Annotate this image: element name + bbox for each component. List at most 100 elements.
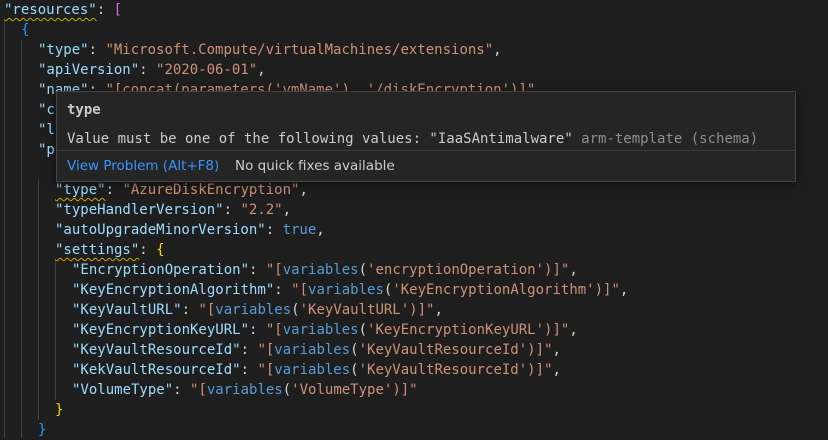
code-token: "AzureDiskEncryption" (122, 182, 300, 198)
code-token: : (173, 382, 191, 398)
code-token: "[ (190, 382, 207, 398)
code-token: )]" (527, 362, 553, 378)
code-token: "Microsoft.Compute/virtualMachines/exten… (105, 42, 494, 58)
code-token: "[ (257, 362, 275, 378)
code-token: "settings" (55, 242, 140, 258)
code-token: "KekVaultResourceId" (72, 362, 241, 378)
code-line[interactable]: "KekVaultResourceId": "[variables('KeyVa… (72, 360, 561, 380)
code-line[interactable]: "type": "AzureDiskEncryption", (55, 180, 308, 200)
code-token: : (139, 242, 157, 258)
code-token: 'KeyVaultURL' (299, 302, 410, 318)
code-token: : (139, 62, 157, 78)
code-token: , (569, 322, 578, 338)
code-token: "resources" (4, 2, 97, 18)
code-token: , (434, 302, 443, 318)
code-line[interactable]: } (55, 400, 63, 420)
code-token: : (249, 262, 266, 278)
code-token: , (299, 182, 308, 198)
code-token: 'KeyEncryptionAlgorithm' (392, 282, 595, 298)
code-token: "type" (55, 182, 106, 198)
code-line[interactable]: "KeyEncryptionAlgorithm": "[variables('K… (72, 280, 628, 300)
code-token: "[ (257, 342, 275, 358)
code-token: : (88, 42, 106, 58)
code-token: variables (282, 322, 359, 338)
indent-guide (55, 260, 56, 400)
code-line[interactable]: { (21, 20, 29, 40)
code-token: "p (38, 142, 55, 158)
code-line[interactable]: "l (38, 120, 55, 140)
code-token: , (569, 262, 578, 278)
code-token: variables (308, 282, 384, 298)
hover-source: arm-template (schema) (581, 131, 759, 147)
code-token: : (223, 202, 241, 218)
code-token: : (265, 222, 283, 238)
code-token: "KeyEncryptionKeyURL" (72, 322, 250, 338)
hover-tooltip: type Value must be one of the following … (56, 91, 796, 182)
code-token: : (240, 342, 258, 358)
code-line[interactable]: "VolumeType": "[variables('VolumeType')]… (72, 380, 418, 400)
code-line[interactable]: "c (38, 100, 55, 120)
code-line[interactable]: "settings": { (55, 240, 165, 260)
code-token: : (181, 302, 199, 318)
code-token: , (316, 222, 325, 238)
code-token: [ (113, 2, 123, 18)
code-token: variables (215, 302, 292, 318)
code-token: } (55, 402, 64, 418)
hover-message-text: Value must be one of the following value… (67, 131, 582, 147)
code-line[interactable]: "type": "Microsoft.Compute/virtualMachin… (38, 40, 502, 60)
code-token: "VolumeType" (72, 382, 174, 398)
code-token: "EncryptionOperation" (72, 262, 250, 278)
code-token: , (552, 342, 561, 358)
code-token: )]" (392, 382, 418, 398)
code-token: "l (38, 122, 55, 138)
code-token: )]" (544, 322, 570, 338)
code-token: ( (291, 302, 300, 318)
code-line[interactable]: "KeyVaultURL": "[variables('KeyVaultURL'… (72, 300, 443, 320)
code-token: } (38, 422, 47, 438)
code-token: variables (274, 362, 351, 378)
view-problem-link[interactable]: View Problem (Alt+F8) (67, 151, 219, 181)
code-line[interactable]: } (38, 420, 46, 440)
code-token: )]" (527, 342, 553, 358)
code-token: "autoUpgradeMinorVersion" (55, 222, 266, 238)
code-token: )]" (544, 262, 570, 278)
code-token: "[ (291, 282, 309, 298)
code-token: : (105, 182, 123, 198)
code-token: 'KeyVaultResourceId' (358, 362, 528, 378)
code-token: "apiVersion" (38, 62, 140, 78)
indent-guide (38, 180, 39, 420)
code-line[interactable]: "KeyEncryptionKeyURL": "[variables('KeyE… (72, 320, 578, 340)
code-token: , (552, 362, 561, 378)
no-quick-fixes-label: No quick fixes available (235, 158, 395, 174)
code-token: 'VolumeType' (291, 382, 393, 398)
code-token: "KeyVaultResourceId" (72, 342, 241, 358)
code-line[interactable]: "EncryptionOperation": "[variables('encr… (72, 260, 578, 280)
code-line[interactable]: "apiVersion": "2020-06-01", (38, 60, 266, 80)
code-token: variables (274, 342, 351, 358)
code-line[interactable]: "KeyVaultResourceId": "[variables('KeyVa… (72, 340, 561, 360)
code-token: 'KeyVaultResourceId' (358, 342, 528, 358)
code-token: "2.2" (240, 202, 283, 218)
code-line[interactable]: "autoUpgradeMinorVersion": true, (55, 220, 325, 240)
code-token: , (257, 62, 266, 78)
code-line[interactable]: "typeHandlerVersion": "2.2", (55, 200, 291, 220)
code-token: ( (350, 342, 359, 358)
code-token: variables (282, 262, 359, 278)
hover-title: type (67, 102, 101, 118)
code-token: "2020-06-01" (156, 62, 258, 78)
code-token: "KeyVaultURL" (72, 302, 182, 318)
code-editor[interactable]: "resources": [{"type": "Microsoft.Comput… (0, 0, 828, 438)
code-token: : (249, 322, 266, 338)
code-line[interactable]: "resources": [ (4, 0, 122, 20)
code-token: 'KeyEncryptionKeyURL' (367, 322, 545, 338)
code-token: "type" (38, 42, 89, 58)
code-token: )]" (409, 302, 435, 318)
code-token: true (282, 222, 317, 238)
code-token: ( (350, 362, 359, 378)
code-line[interactable]: "p (38, 140, 55, 160)
hover-status-bar: View Problem (Alt+F8) No quick fixes ava… (57, 150, 795, 181)
indent-guide (21, 40, 22, 438)
code-token: "typeHandlerVersion" (55, 202, 224, 218)
code-token: ( (282, 382, 292, 398)
code-token: , (282, 202, 292, 218)
